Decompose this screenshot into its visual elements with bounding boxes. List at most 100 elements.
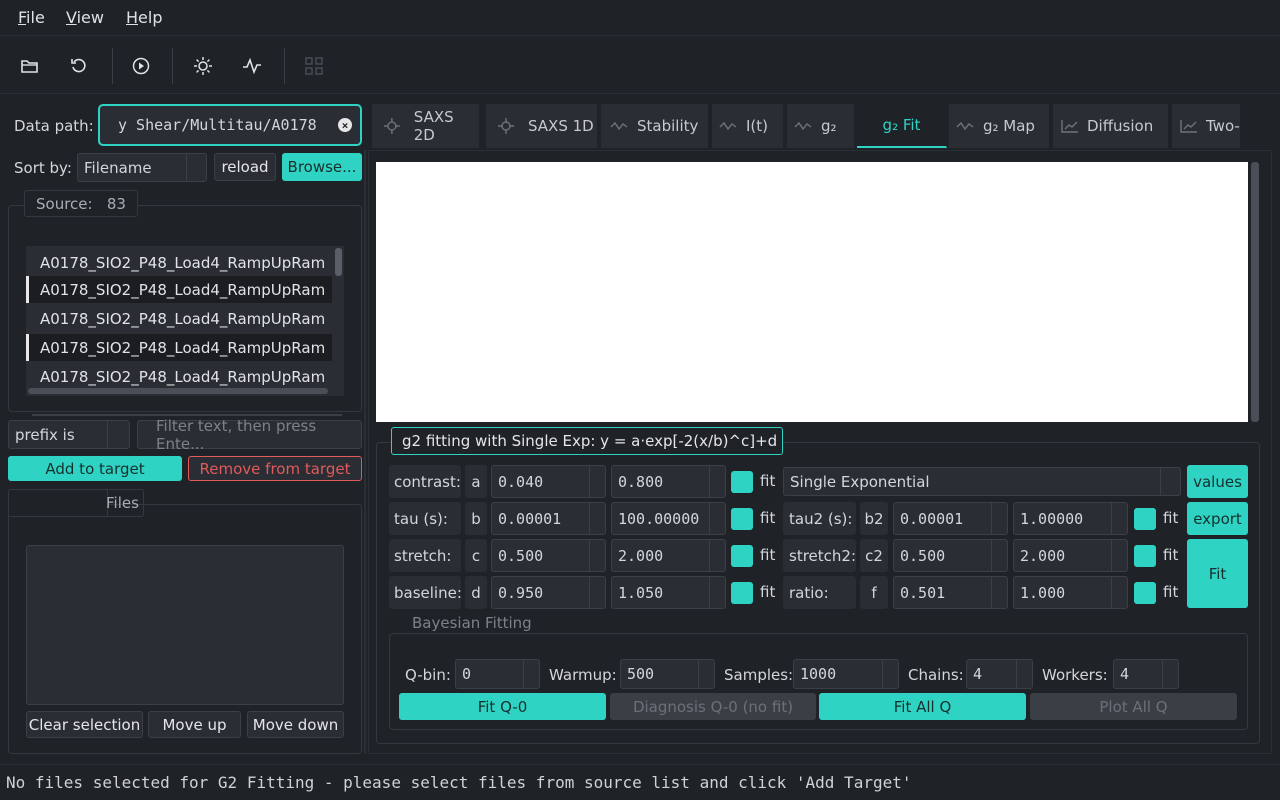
tab-label: g₂ <box>821 117 837 135</box>
move-up-button[interactable]: Move up <box>148 711 241 738</box>
fit-button[interactable]: Fit <box>1187 539 1248 608</box>
source-list-item[interactable]: A0178_SIO2_P48_Load4_RampUpRam <box>26 249 332 276</box>
files-label: Files <box>106 489 144 517</box>
param-max-input[interactable]: 2.000 <box>611 539 726 572</box>
tab-g2-fit[interactable]: g₂ Fit <box>857 104 947 148</box>
menu-view[interactable]: View <box>66 8 104 27</box>
menu-file[interactable]: File <box>18 8 45 27</box>
fit-checkbox[interactable] <box>731 508 753 530</box>
tab-stability[interactable]: Stability <box>601 104 709 148</box>
filter-placeholder: Filter text, then press Ente... <box>156 416 317 453</box>
warmup-label: Warmup: <box>549 666 617 684</box>
param2-min-input[interactable]: 0.500 <box>893 539 1008 572</box>
param-max-input-value: 0.800 <box>618 472 664 491</box>
wave-icon <box>956 121 974 131</box>
plot-canvas[interactable] <box>376 162 1248 422</box>
tab-g2-map[interactable]: g₂ Map <box>949 104 1050 148</box>
param2-symbol: c2 <box>860 539 888 572</box>
param-label: stretch: <box>389 539 461 572</box>
chains-spinbox[interactable]: 4 <box>966 659 1033 689</box>
filter-input[interactable]: Filter text, then press Ente... <box>137 417 362 453</box>
tab-diffusion[interactable]: Diffusion <box>1053 104 1169 148</box>
source-count: 83 <box>106 194 126 213</box>
refresh-icon[interactable] <box>65 52 93 80</box>
param-min-input-value: 0.040 <box>498 472 544 491</box>
export-button[interactable]: export <box>1187 502 1248 535</box>
fit-q0-button[interactable]: Fit Q-0 <box>399 693 606 720</box>
param-min-input[interactable]: 0.00001 <box>491 502 606 535</box>
main-splitter[interactable] <box>364 150 366 754</box>
data-path-input[interactable]: y Shear/Multitau/A0178 × <box>98 104 362 146</box>
plot-scrollbar[interactable] <box>1251 162 1259 422</box>
model-select[interactable]: Single Exponential <box>783 467 1181 496</box>
sort-value: Filename <box>84 158 152 177</box>
filter-mode-select[interactable]: prefix is <box>8 420 130 449</box>
tab-two-time[interactable]: Two- <box>1172 104 1241 148</box>
fit-checkbox[interactable] <box>731 471 753 493</box>
qbin-spinbox[interactable]: 0 <box>455 659 540 689</box>
values-button[interactable]: values <box>1187 465 1248 498</box>
param-min-input[interactable]: 0.040 <box>491 465 606 498</box>
param-max-input[interactable]: 100.00000 <box>611 502 726 535</box>
source-list[interactable]: A0178_SIO2_P48_Load4_RampUpRam A0178_SIO2… <box>26 246 344 396</box>
source-list-item[interactable]: A0178_SIO2_P48_Load4_RampUpRam <box>26 363 332 390</box>
reload-button[interactable]: reload <box>214 153 276 181</box>
fit-checkbox[interactable] <box>731 582 753 604</box>
clear-selection-button[interactable]: Clear selection <box>26 711 143 738</box>
move-down-button[interactable]: Move down <box>247 711 344 738</box>
add-target-button[interactable]: Add to target <box>8 456 182 481</box>
folder-open-icon[interactable] <box>16 52 44 80</box>
data-path-value: y Shear/Multitau/A0178 <box>118 116 317 134</box>
play-icon[interactable] <box>127 52 155 80</box>
param-max-input[interactable]: 0.800 <box>611 465 726 498</box>
fit2-checkbox[interactable] <box>1134 545 1156 567</box>
list-hscrollbar[interactable] <box>28 388 328 394</box>
fit2-checkbox[interactable] <box>1134 508 1156 530</box>
param-max-input-value: 2.000 <box>618 546 664 565</box>
param-label: tau (s): <box>389 502 461 535</box>
tab-saxs2d[interactable]: SAXS 2D <box>372 104 480 148</box>
menu-help[interactable]: Help <box>126 8 162 27</box>
menu-bar: File View Help <box>0 0 1280 36</box>
param2-symbol: b2 <box>860 502 888 535</box>
tab-label: g₂ Map <box>983 117 1035 135</box>
pulse-icon[interactable] <box>238 52 266 80</box>
param2-min-input[interactable]: 0.00001 <box>893 502 1008 535</box>
param-min-input[interactable]: 0.950 <box>491 576 606 609</box>
sort-select[interactable]: Filename <box>77 153 207 182</box>
fit2-label: fit <box>1163 509 1179 527</box>
fit-all-q-button[interactable]: Fit All Q <box>819 693 1026 720</box>
param-symbol: b <box>465 502 487 535</box>
clear-path-icon[interactable]: × <box>338 118 352 132</box>
tab-label: Stability <box>637 117 699 135</box>
status-bar: No files selected for G2 Fitting - pleas… <box>0 764 1280 800</box>
browse-button[interactable]: Browse... <box>282 153 362 181</box>
list-scrollbar[interactable] <box>335 248 342 276</box>
tab-it[interactable]: I(t) <box>712 104 784 148</box>
fit2-checkbox[interactable] <box>1134 582 1156 604</box>
samples-spinbox[interactable]: 1000 <box>793 659 899 689</box>
source-list-item[interactable]: A0178_SIO2_P48_Load4_RampUpRam <box>26 305 332 332</box>
settings-sun-icon[interactable] <box>189 52 217 80</box>
qbin-value: 0 <box>462 665 472 683</box>
fit-checkbox[interactable] <box>731 545 753 567</box>
fit-label: fit <box>760 583 776 601</box>
param-max-input[interactable]: 1.050 <box>611 576 726 609</box>
param2-min-input[interactable]: 0.501 <box>893 576 1008 609</box>
param-min-input[interactable]: 0.500 <box>491 539 606 572</box>
param2-min-input-value: 0.501 <box>900 583 946 602</box>
source-list-item[interactable]: A0178_SIO2_P48_Load4_RampUpRam <box>26 276 332 303</box>
tab-label: Two- <box>1206 117 1240 135</box>
warmup-spinbox[interactable]: 500 <box>620 659 715 689</box>
remove-target-button[interactable]: Remove from target <box>188 456 362 481</box>
tab-saxs1d[interactable]: SAXS 1D <box>486 104 598 148</box>
source-list-item[interactable]: A0178_SIO2_P48_Load4_RampUpRam <box>26 334 332 361</box>
tab-g2[interactable]: g₂ <box>787 104 855 148</box>
chains-value: 4 <box>973 665 983 683</box>
param2-max-input[interactable]: 2.000 <box>1013 539 1128 572</box>
target-files-list[interactable] <box>26 545 344 705</box>
param2-max-input[interactable]: 1.00000 <box>1013 502 1128 535</box>
sort-label: Sort by: <box>14 159 72 177</box>
param2-max-input[interactable]: 1.000 <box>1013 576 1128 609</box>
workers-spinbox[interactable]: 4 <box>1113 659 1179 689</box>
